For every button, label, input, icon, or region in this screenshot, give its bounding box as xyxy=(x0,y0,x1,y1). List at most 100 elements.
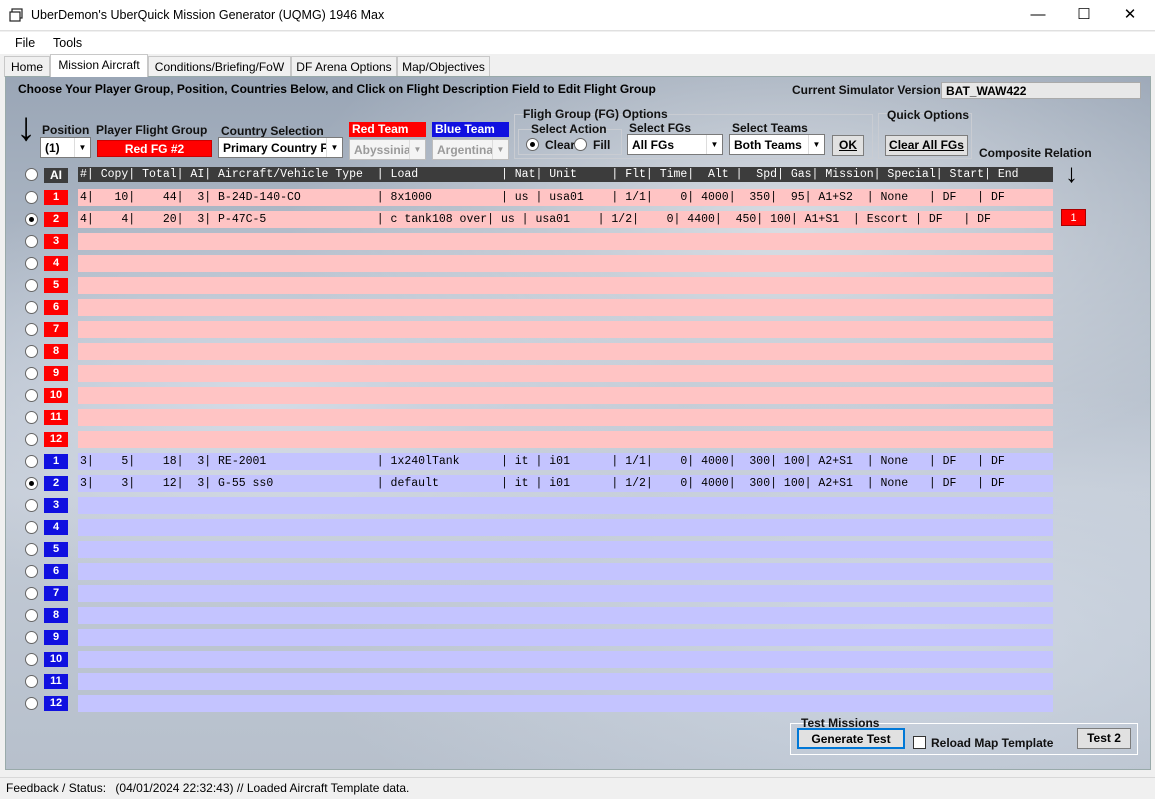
blue-fg-number: 11 xyxy=(44,674,68,689)
blue-fg-radio[interactable] xyxy=(25,609,38,622)
blue-fg-row[interactable]: 3| 3| 12| 3| G-55 ss0 | default | it | i… xyxy=(78,475,1053,492)
red-fg-row[interactable] xyxy=(78,387,1053,404)
tab-mission-aircraft[interactable]: Mission Aircraft xyxy=(50,54,148,77)
blue-fg-radio[interactable] xyxy=(25,499,38,512)
select-teams-label: Select Teams xyxy=(732,121,808,135)
blue-fg-row[interactable] xyxy=(78,541,1053,558)
red-fg-row[interactable]: 4| 4| 20| 3| P-47C-5 | c tank108 over| u… xyxy=(78,211,1053,228)
fill-radio[interactable] xyxy=(574,138,587,151)
red-fg-number: 12 xyxy=(44,432,68,447)
position-select[interactable]: (1) ▼ xyxy=(40,137,91,158)
red-fg-radio[interactable] xyxy=(25,411,38,424)
red-fg-radio[interactable] xyxy=(25,235,38,248)
menu-tools[interactable]: Tools xyxy=(53,36,82,50)
red-team-select[interactable]: Abyssinia ▼ xyxy=(349,139,426,160)
red-fg-radio[interactable] xyxy=(25,345,38,358)
status-label: Feedback / Status: xyxy=(6,781,107,795)
ai-radio[interactable] xyxy=(25,168,38,181)
red-fg-row[interactable]: 4| 10| 44| 3| B-24D-140-CO | 8x1000 | us… xyxy=(78,189,1053,206)
red-fg-radio[interactable] xyxy=(25,301,38,314)
clear-all-fgs-button[interactable]: Clear All FGs xyxy=(885,135,968,156)
red-fg-number: 9 xyxy=(44,366,68,381)
menu-file[interactable]: File xyxy=(15,36,35,50)
minimize-button[interactable]: — xyxy=(1015,0,1061,31)
red-fg-radio[interactable] xyxy=(25,367,38,380)
tab-df-arena-options[interactable]: DF Arena Options xyxy=(291,56,397,77)
red-fg-radio[interactable] xyxy=(25,389,38,402)
red-fg-number: 1 xyxy=(44,190,68,205)
composite-relation-badge[interactable]: 1 xyxy=(1061,209,1086,226)
tab-conditions-briefing[interactable]: Conditions/Briefing/FoW xyxy=(148,56,291,77)
blue-fg-row[interactable] xyxy=(78,651,1053,668)
tab-home[interactable]: Home xyxy=(4,56,50,77)
test-2-button[interactable]: Test 2 xyxy=(1077,728,1131,749)
red-fg-radio[interactable] xyxy=(25,257,38,270)
blue-fg-row[interactable] xyxy=(78,629,1053,646)
blue-fg-radio[interactable] xyxy=(25,543,38,556)
red-fg-radio[interactable] xyxy=(25,191,38,204)
blue-fg-radio[interactable] xyxy=(25,697,38,710)
blue-fg-row[interactable] xyxy=(78,563,1053,580)
blue-fg-row[interactable]: 3| 5| 18| 3| RE-2001 | 1x240lTank | it |… xyxy=(78,453,1053,470)
blue-fg-row[interactable] xyxy=(78,519,1053,536)
blue-fg-radio[interactable] xyxy=(25,477,38,490)
sim-version-label: Current Simulator Version: xyxy=(792,83,945,97)
fill-label: Fill xyxy=(593,138,611,152)
blue-fg-radio[interactable] xyxy=(25,653,38,666)
blue-fg-number: 5 xyxy=(44,542,68,557)
red-fg-radio[interactable] xyxy=(25,323,38,336)
blue-team-select[interactable]: Argentina ▼ xyxy=(432,139,509,160)
red-fg-radio[interactable] xyxy=(25,279,38,292)
red-fg-row[interactable] xyxy=(78,431,1053,448)
red-fg-row[interactable] xyxy=(78,299,1053,316)
blue-fg-radio[interactable] xyxy=(25,587,38,600)
select-action-title: Select Action xyxy=(531,122,607,136)
tab-strip: Home Mission Aircraft Conditions/Briefin… xyxy=(0,54,1155,77)
close-button[interactable]: ✕ xyxy=(1107,0,1153,31)
red-fg-row[interactable] xyxy=(78,343,1053,360)
blue-fg-row[interactable] xyxy=(78,673,1053,690)
select-teams-select[interactable]: Both Teams ▼ xyxy=(729,134,825,155)
blue-fg-row[interactable] xyxy=(78,585,1053,602)
maximize-button[interactable]: ☐ xyxy=(1061,0,1107,31)
player-fg-field[interactable]: Red FG #2 xyxy=(97,140,212,157)
red-fg-radio[interactable] xyxy=(25,433,38,446)
flight-table-header: #| Copy| Total| AI| Aircraft/Vehicle Typ… xyxy=(78,167,1053,182)
blue-fg-number: 8 xyxy=(44,608,68,623)
blue-fg-radio[interactable] xyxy=(25,521,38,534)
quick-options-title: Quick Options xyxy=(887,108,970,122)
blue-fg-radio[interactable] xyxy=(25,675,38,688)
red-fg-row[interactable] xyxy=(78,277,1053,294)
blue-fg-radio[interactable] xyxy=(25,455,38,468)
mission-aircraft-panel: Choose Your Player Group, Position, Coun… xyxy=(5,76,1151,770)
menu-bar: File Tools xyxy=(0,32,1155,54)
select-fgs-select[interactable]: All FGs ▼ xyxy=(627,134,723,155)
country-select[interactable]: Primary Country F ▼ xyxy=(218,137,343,158)
blue-fg-radio[interactable] xyxy=(25,631,38,644)
blue-fg-row[interactable] xyxy=(78,607,1053,624)
tab-map-objectives[interactable]: Map/Objectives xyxy=(397,56,490,77)
generate-test-button[interactable]: Generate Test xyxy=(797,728,905,749)
chevron-down-icon: ▼ xyxy=(706,135,722,154)
blue-fg-number: 10 xyxy=(44,652,68,667)
red-fg-row[interactable] xyxy=(78,321,1053,338)
red-fg-row[interactable] xyxy=(78,233,1053,250)
status-text: (04/01/2024 22:32:43) // Loaded Aircraft… xyxy=(115,781,410,795)
red-fg-row[interactable] xyxy=(78,409,1053,426)
red-fg-number: 2 xyxy=(44,212,68,227)
ok-button[interactable]: OK xyxy=(832,135,864,156)
select-teams-value: Both Teams xyxy=(734,138,802,152)
window-title: UberDemon's UberQuick Mission Generator … xyxy=(31,8,385,22)
blue-fg-radio[interactable] xyxy=(25,565,38,578)
blue-fg-row[interactable] xyxy=(78,497,1053,514)
red-fg-radio[interactable] xyxy=(25,213,38,226)
clear-label: Clear xyxy=(545,138,576,152)
clear-radio[interactable] xyxy=(526,138,539,151)
blue-fg-row[interactable] xyxy=(78,695,1053,712)
red-fg-row[interactable] xyxy=(78,255,1053,272)
reload-map-template-checkbox[interactable] xyxy=(913,736,926,749)
blue-team-value: Argentina xyxy=(437,143,494,157)
blue-fg-number: 6 xyxy=(44,564,68,579)
red-fg-row[interactable] xyxy=(78,365,1053,382)
blue-fg-number: 1 xyxy=(44,454,68,469)
